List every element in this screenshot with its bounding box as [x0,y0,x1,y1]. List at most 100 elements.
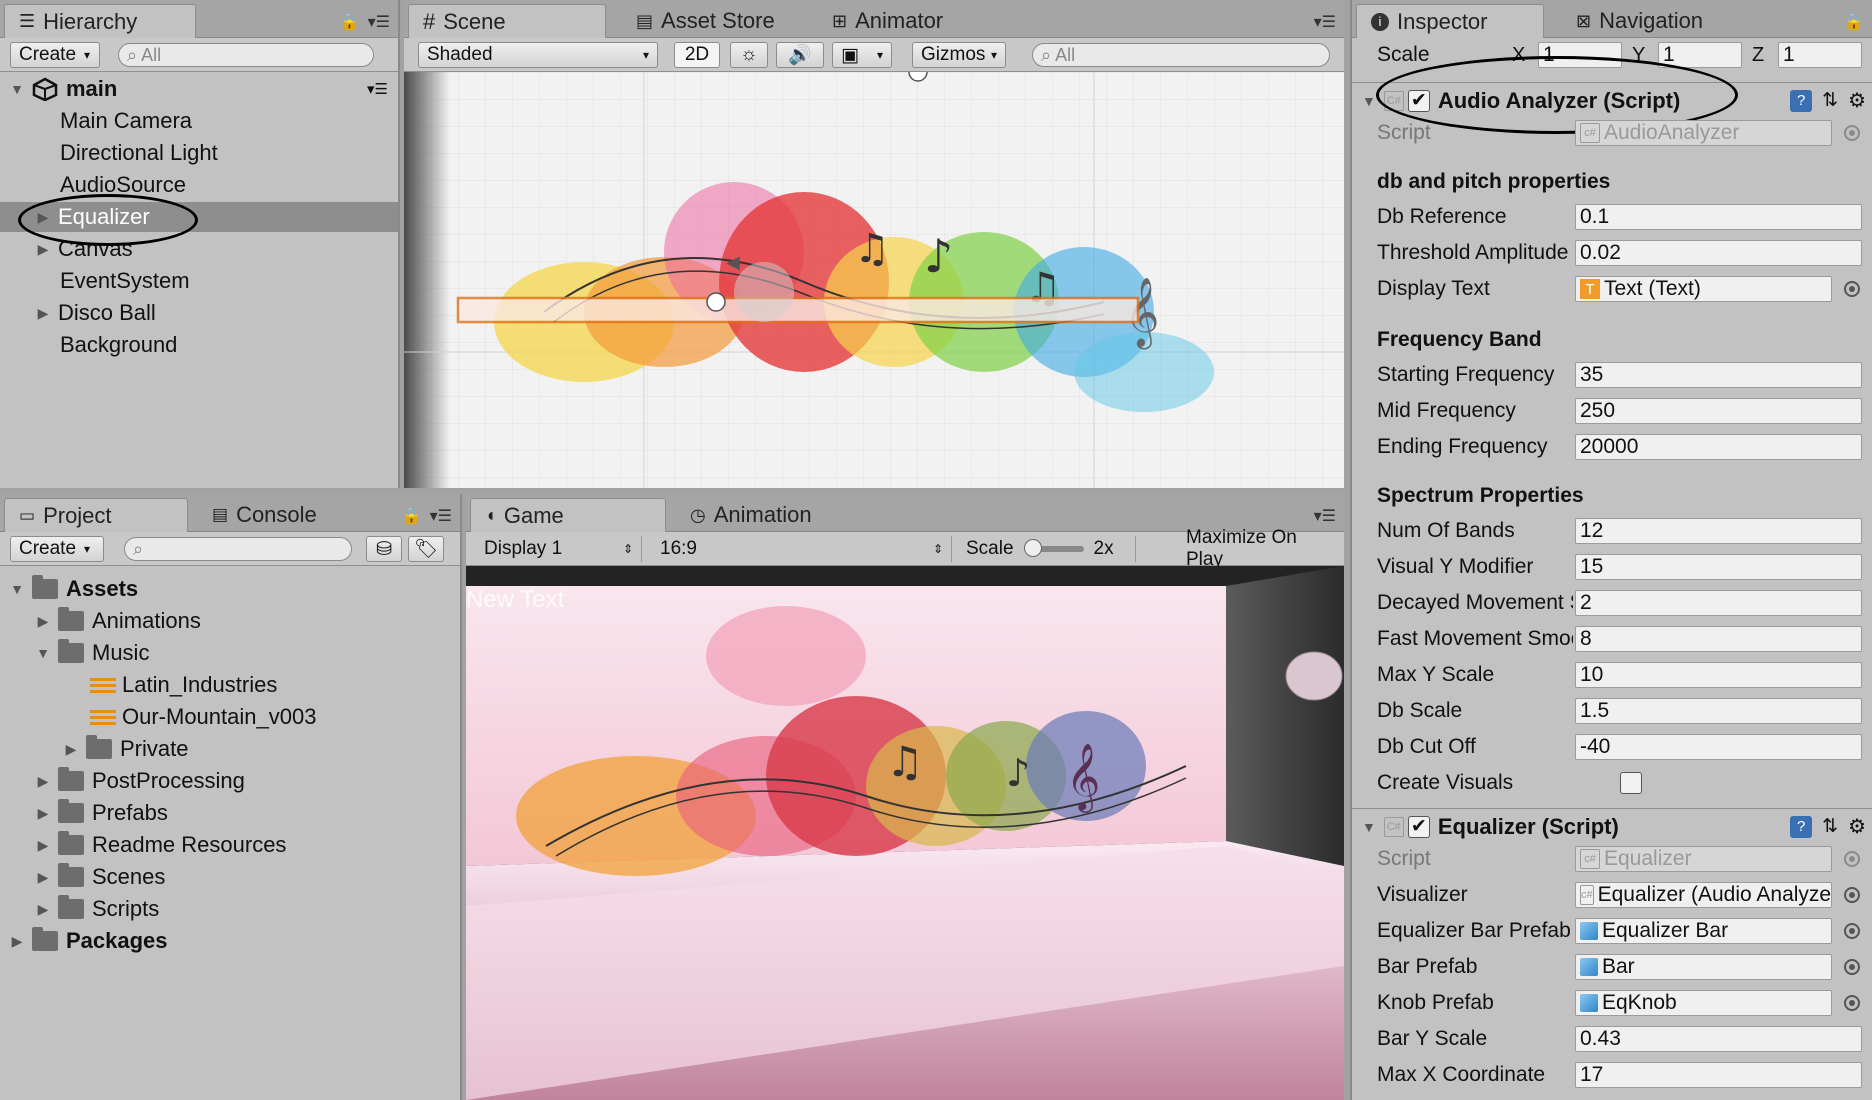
db-reference-field[interactable]: 0.1 [1575,204,1862,230]
equalizer-enabled-checkbox[interactable]: ✔ [1407,815,1430,838]
scale-z-label[interactable]: Z [1752,44,1764,67]
object-picker-icon[interactable] [1844,281,1860,297]
mode-2d-toggle[interactable]: 2D [674,42,720,68]
scene-viewport[interactable]: ♪ ♫ ♫ 𝄞 ◀ [404,72,1344,488]
hierarchy-item[interactable]: Directional Light [0,138,398,168]
display-text-field[interactable]: T Text (Text) [1575,276,1832,302]
create-visuals-checkbox[interactable] [1620,772,1642,794]
bar-prefab-field[interactable]: Bar [1575,954,1832,980]
knob-prefab-field[interactable]: EqKnob [1575,990,1832,1016]
equalizer-bar-prefab-field[interactable]: Equalizer Bar [1575,918,1832,944]
ending-frequency-field[interactable]: 20000 [1575,434,1862,460]
expand-arrow-icon[interactable]: ▶ [36,210,50,224]
effects-toggle[interactable]: ▣ ▾ [832,42,892,68]
expand-arrow-icon[interactable]: ▶ [36,838,50,852]
foldout-arrow-icon[interactable]: ▼ [1362,819,1376,835]
audio-analyzer-enabled-checkbox[interactable]: ✔ [1407,89,1430,112]
project-folder[interactable]: ▶ Private [0,734,460,764]
foldout-arrow-icon[interactable]: ▼ [1362,93,1376,109]
tab-inspector[interactable]: i Inspector [1356,4,1544,38]
hierarchy-item[interactable]: Main Camera [0,106,398,136]
audio-analyzer-header[interactable]: ▼ C# ✔ Audio Analyzer (Script) ? ⇅ ⚙ [1352,82,1872,118]
audio-toggle[interactable]: 🔊 [776,42,824,68]
scene-search-input[interactable]: ⌕ All [1032,43,1330,67]
gear-icon[interactable]: ⚙ [1848,88,1866,113]
num-of-bands-field[interactable]: 12 [1575,518,1862,544]
expand-arrow-icon[interactable]: ▼ [10,82,24,96]
expand-arrow-icon[interactable]: ▼ [10,582,24,596]
project-folder[interactable]: ▶ Scenes [0,862,460,892]
project-folder[interactable]: ▶ Prefabs [0,798,460,828]
game-viewport[interactable]: ♫ ♪ 𝄞 New Text [466,566,1344,1100]
project-folder[interactable]: ▶ Packages [0,926,460,956]
expand-arrow-icon[interactable]: ▶ [36,614,50,628]
project-folder[interactable]: ▶ PostProcessing [0,766,460,796]
decayed-movement-field[interactable]: 2 [1575,590,1862,616]
object-picker-icon[interactable] [1844,995,1860,1011]
expand-arrow-icon[interactable]: ▶ [36,870,50,884]
visualizer-field[interactable]: c# Equalizer (Audio Analyzer) [1575,882,1832,908]
hierarchy-item[interactable]: ▶ Disco Ball [0,298,398,328]
starting-frequency-field[interactable]: 35 [1575,362,1862,388]
tab-menu-icon[interactable]: ▾☰ [1314,12,1336,32]
gizmos-dropdown[interactable]: Gizmos ▾ [912,42,1006,68]
tab-asset-store[interactable]: ▤ Asset Store [622,4,789,38]
tab-game[interactable]: ◖ Game [470,498,666,532]
object-picker-icon[interactable] [1844,887,1860,903]
scale-y-field[interactable]: 1 [1658,42,1742,68]
project-asset[interactable]: Latin_Industries [0,670,460,700]
help-icon[interactable]: ? [1790,89,1813,112]
scale-x-label[interactable]: X [1512,44,1525,67]
expand-arrow-icon[interactable]: ▶ [36,806,50,820]
hierarchy-create-button[interactable]: Create ▾ [10,42,100,68]
object-picker-icon[interactable] [1844,959,1860,975]
max-x-coordinate-field[interactable]: 17 [1575,1062,1862,1088]
equalizer-header[interactable]: ▼ C# ✔ Equalizer (Script) ? ⇅ ⚙ [1352,808,1872,844]
tab-hierarchy[interactable]: ☰ Hierarchy [4,4,196,38]
hierarchy-search-input[interactable]: ⌕ All [118,43,374,67]
display-dropdown[interactable]: Display 1 ⇕ [476,536,642,562]
tab-menu-icon[interactable]: ▾☰ [1314,506,1336,526]
tab-console[interactable]: ▤ Console [198,498,331,532]
help-icon[interactable]: ? [1790,815,1813,838]
lighting-toggle[interactable]: ☼ [730,42,768,68]
shading-mode-dropdown[interactable]: Shaded ▾ [418,42,658,68]
preset-icon[interactable]: ⇅ [1822,815,1838,838]
expand-arrow-icon[interactable]: ▶ [64,742,78,756]
hierarchy-item-selected[interactable]: ▶ Equalizer [0,202,398,232]
project-create-button[interactable]: Create ▾ [10,536,104,562]
mid-frequency-field[interactable]: 250 [1575,398,1862,424]
maximize-on-play-toggle[interactable]: Maximize On Play [1178,527,1338,570]
scale-slider[interactable] [1023,539,1084,557]
project-search-input[interactable]: ⌕ [124,537,352,561]
expand-arrow-icon[interactable]: ▼ [36,646,50,660]
tab-animator[interactable]: ⊞ Animator [818,4,957,38]
gear-icon[interactable]: ⚙ [1848,814,1866,839]
scale-z-field[interactable]: 1 [1778,42,1862,68]
scene-menu-icon[interactable]: ▾☰ [367,80,388,98]
threshold-amplitude-field[interactable]: 0.02 [1575,240,1862,266]
lock-icon[interactable]: 🔒 [340,12,360,32]
project-folder[interactable]: ▼ Assets [0,574,460,604]
tab-menu-icon[interactable]: ▾☰ [430,506,452,526]
project-folder[interactable]: ▼ Music [0,638,460,668]
bar-y-scale-field[interactable]: 0.43 [1575,1026,1862,1052]
scale-slider-thumb[interactable] [1023,539,1042,557]
project-folder[interactable]: ▶ Readme Resources [0,830,460,860]
expand-arrow-icon[interactable]: ▶ [36,306,50,320]
lock-icon[interactable]: 🔒 [402,506,422,526]
project-asset[interactable]: Our-Mountain_v003 [0,702,460,732]
hierarchy-item[interactable]: AudioSource [0,170,398,200]
tab-navigation[interactable]: ⊠ Navigation [1562,4,1717,38]
expand-arrow-icon[interactable]: ▶ [10,934,24,948]
expand-arrow-icon[interactable]: ▶ [36,774,50,788]
tab-animation[interactable]: ◷ Animation [676,498,826,532]
scale-x-field[interactable]: 1 [1538,42,1622,68]
filter-by-type-button[interactable]: ⛁ [366,536,402,562]
expand-arrow-icon[interactable]: ▶ [36,242,50,256]
tab-project[interactable]: ▭ Project [4,498,188,532]
hierarchy-item[interactable]: EventSystem [0,266,398,296]
project-folder[interactable]: ▶ Animations [0,606,460,636]
db-scale-field[interactable]: 1.5 [1575,698,1862,724]
visual-y-modifier-field[interactable]: 15 [1575,554,1862,580]
